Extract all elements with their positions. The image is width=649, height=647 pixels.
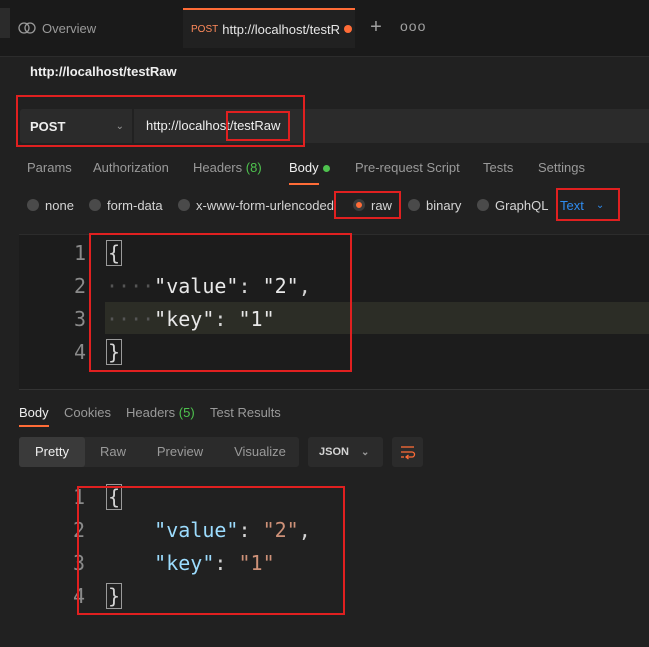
response-tab-headers[interactable]: Headers (5) xyxy=(126,405,195,420)
tab-params[interactable]: Params xyxy=(27,160,72,180)
response-tab-cookies[interactable]: Cookies xyxy=(64,405,111,420)
tab-settings[interactable]: Settings xyxy=(538,160,585,180)
tab-headers[interactable]: Headers (8) xyxy=(193,160,262,180)
new-tab-button[interactable]: + xyxy=(366,17,386,38)
overview-icon xyxy=(18,21,36,35)
response-tab-headers-label: Headers xyxy=(126,405,176,420)
tab-overview[interactable]: Overview xyxy=(14,8,182,48)
radio-form-data-label: form-data xyxy=(107,197,163,213)
radio-graphql-label: GraphQL xyxy=(495,197,549,213)
tab-prerequest-script[interactable]: Pre-request Script xyxy=(355,160,460,180)
radio-form-data[interactable]: form-data xyxy=(89,196,163,214)
tab-method-label: POST xyxy=(191,23,219,35)
radio-circle xyxy=(408,199,420,211)
tab-headers-label: Headers xyxy=(193,160,243,175)
unsaved-dot-icon xyxy=(344,25,353,33)
line-number: 4 xyxy=(73,340,86,364)
wrap-lines-icon xyxy=(401,446,416,460)
wrap-lines-button[interactable] xyxy=(392,437,423,467)
response-language-select[interactable]: JSON ⌄ xyxy=(308,437,383,467)
annotation-box-text-format xyxy=(556,188,620,221)
tab-overview-label: Overview xyxy=(42,20,97,36)
line-number: 1 xyxy=(73,241,86,265)
tab-authorization[interactable]: Authorization xyxy=(93,160,169,180)
annotation-box-url-path xyxy=(226,111,290,141)
tab-bar-edge xyxy=(0,8,10,38)
response-tab-body-underline xyxy=(19,425,49,427)
response-tab-test-results[interactable]: Test Results xyxy=(210,405,281,420)
view-visualize-button[interactable]: Visualize xyxy=(222,437,298,467)
radio-none[interactable]: none xyxy=(27,196,74,214)
tab-url-label: http://localhost/testRaw xyxy=(222,21,341,37)
tab-body[interactable]: Body xyxy=(289,160,319,180)
annotation-box-response-body xyxy=(77,486,345,615)
view-pretty-button[interactable]: Pretty xyxy=(19,437,85,467)
radio-circle xyxy=(178,199,190,211)
annotation-box-raw xyxy=(334,191,401,219)
radio-urlencoded[interactable]: x-www-form-urlencoded xyxy=(178,196,334,214)
tab-headers-count: (8) xyxy=(245,160,262,175)
response-language-label: JSON xyxy=(319,446,349,458)
tab-tests[interactable]: Tests xyxy=(483,160,513,180)
body-modified-dot-icon xyxy=(323,165,330,172)
radio-circle xyxy=(89,199,101,211)
tab-active-request[interactable]: POST http://localhost/testRaw xyxy=(183,8,355,48)
radio-circle xyxy=(477,199,489,211)
response-tab-headers-count: (5) xyxy=(178,405,195,420)
radio-binary-label: binary xyxy=(426,197,462,213)
view-raw-button[interactable]: Raw xyxy=(88,437,138,467)
line-number: 2 xyxy=(73,274,86,298)
radio-none-label: none xyxy=(45,197,74,213)
more-tabs-button[interactable]: ooo xyxy=(400,18,425,38)
chevron-down-icon: ⌄ xyxy=(360,446,370,458)
tab-body-underline xyxy=(289,183,319,185)
radio-graphql[interactable]: GraphQL xyxy=(477,196,548,214)
radio-urlencoded-label: x-www-form-urlencoded xyxy=(196,197,334,213)
line-number: 3 xyxy=(73,307,86,331)
view-preview-button[interactable]: Preview xyxy=(146,437,214,467)
radio-circle xyxy=(27,199,39,211)
radio-binary[interactable]: binary xyxy=(408,196,461,214)
annotation-box-request-body xyxy=(89,233,352,372)
request-title: http://localhost/testRaw xyxy=(30,64,177,79)
response-tab-body[interactable]: Body xyxy=(19,405,49,420)
